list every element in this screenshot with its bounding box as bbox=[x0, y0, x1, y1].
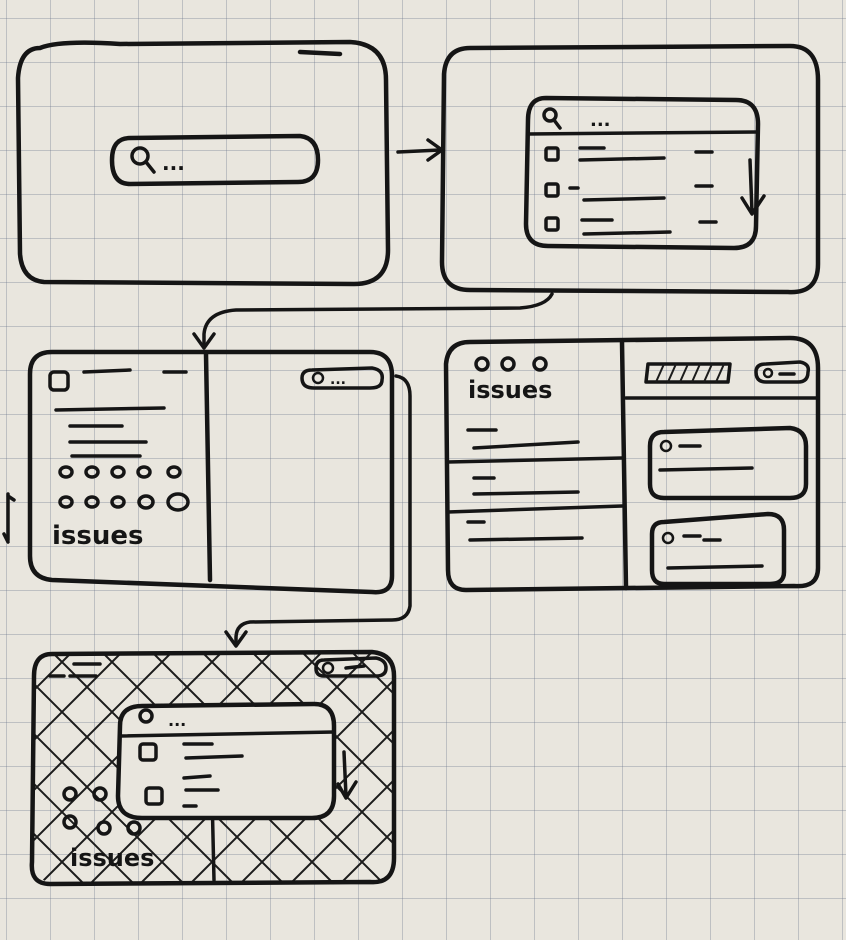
side-scroll-mark bbox=[2, 492, 16, 544]
search-icon bbox=[762, 367, 774, 379]
issue-list-item[interactable] bbox=[466, 520, 584, 542]
frame-4-split-divider bbox=[619, 339, 629, 591]
scroll-down-arrow[interactable] bbox=[336, 750, 358, 800]
list-item[interactable] bbox=[544, 182, 714, 202]
status-dots bbox=[58, 465, 190, 512]
list-item[interactable] bbox=[544, 216, 718, 236]
issue-list-item[interactable] bbox=[466, 428, 580, 450]
item-header bbox=[48, 368, 188, 392]
file-icon bbox=[544, 146, 560, 162]
issues-label: issues bbox=[70, 844, 154, 872]
frame-1-top-mark bbox=[297, 49, 343, 57]
issues-label[interactable]: issues bbox=[52, 521, 143, 551]
arrow-frame-1-to-2 bbox=[396, 138, 444, 162]
progress-bar bbox=[644, 362, 732, 384]
search-icon bbox=[542, 107, 562, 130]
wireframe-sketch: ... ... issues ... issues issues ... bbox=[2, 39, 821, 887]
list-item[interactable] bbox=[544, 146, 714, 162]
detail-text-lines bbox=[54, 406, 166, 458]
top-right-search[interactable]: ... bbox=[300, 366, 385, 390]
frame-1-landing: ... bbox=[15, 39, 391, 287]
arrow-frame-3-to-5 bbox=[224, 374, 412, 648]
search-icon bbox=[321, 661, 335, 675]
dropdown-outline bbox=[523, 95, 761, 251]
frame-3-split-divider bbox=[203, 351, 213, 583]
dropdown-divider bbox=[526, 130, 758, 136]
issue-card[interactable] bbox=[647, 425, 809, 501]
file-icon bbox=[544, 182, 560, 198]
frame-1-border bbox=[15, 39, 391, 287]
top-right-search-placeholder: ... bbox=[330, 372, 346, 388]
overlay-search-placeholder[interactable]: ... bbox=[168, 711, 186, 730]
search-overlay-modal[interactable]: ... bbox=[115, 701, 358, 821]
issues-label[interactable]: issues bbox=[468, 376, 552, 404]
avatar bbox=[659, 439, 673, 453]
search-placeholder: ... bbox=[162, 151, 185, 175]
issue-divider bbox=[446, 456, 624, 464]
avatar bbox=[661, 531, 675, 545]
frame-4-issues-board: issues bbox=[443, 335, 821, 593]
scroll-down-arrow[interactable] bbox=[740, 158, 766, 216]
dropdown-search-placeholder: ... bbox=[590, 110, 611, 131]
frame-2-border bbox=[439, 43, 821, 295]
top-right-search[interactable] bbox=[754, 360, 811, 384]
frame-2-search-results: ... bbox=[439, 43, 821, 295]
search-icon bbox=[130, 146, 156, 174]
issue-card[interactable] bbox=[649, 511, 787, 587]
frame-5-search-overlay: issues ... bbox=[29, 649, 397, 887]
search-results-dropdown[interactable]: ... bbox=[523, 95, 766, 251]
search-bar-outline bbox=[109, 133, 321, 187]
file-icon bbox=[544, 216, 560, 232]
frame-3-detail: issues ... bbox=[2, 349, 395, 595]
issue-divider bbox=[446, 504, 624, 514]
search-bar[interactable]: ... bbox=[109, 133, 321, 187]
search-icon bbox=[311, 371, 325, 385]
file-icon bbox=[48, 370, 70, 392]
issue-list-item[interactable] bbox=[472, 476, 580, 496]
status-dots bbox=[474, 356, 548, 372]
